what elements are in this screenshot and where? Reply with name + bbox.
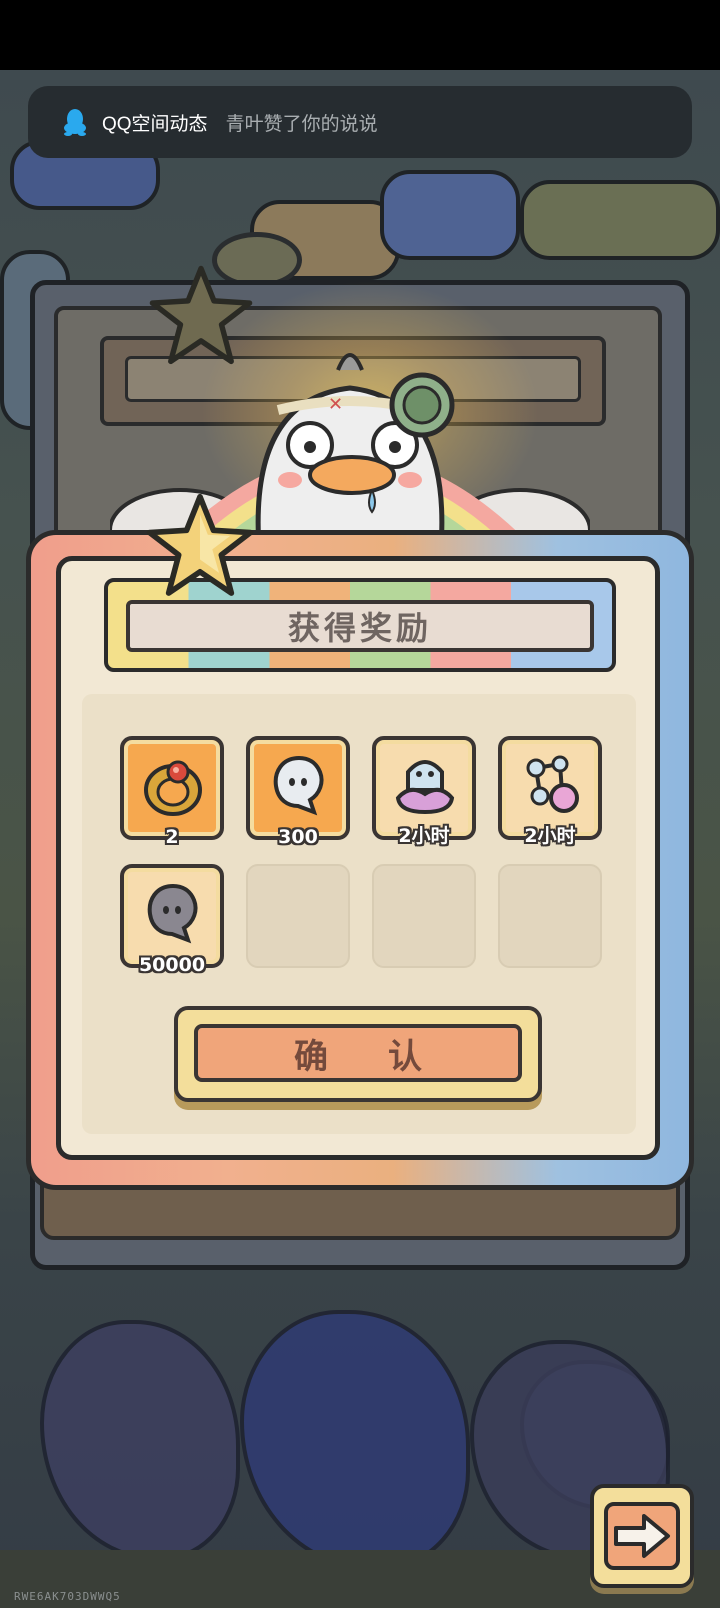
svg-text:✕: ✕	[328, 394, 343, 415]
molecule-potion-icon	[526, 755, 579, 813]
right-arrow-icon	[604, 1502, 680, 1570]
coral	[240, 1310, 470, 1570]
confirm-label: 确认	[294, 1036, 482, 1077]
reward-count: 2小时	[524, 825, 576, 847]
reward-slot[interactable]: 2	[120, 736, 224, 848]
reward-slot[interactable]: 300	[246, 736, 350, 848]
white-ghost-bubble-icon	[273, 755, 324, 816]
title-plate: 获得奖励	[126, 600, 594, 652]
gray-ghost-bubble-icon	[147, 883, 198, 944]
background-code: RWE6AK703DWWQ5	[14, 1590, 121, 1603]
notification-app-name: QQ空间动态	[102, 113, 208, 135]
reward-slot[interactable]: 50000	[120, 864, 224, 976]
gold-star-icon	[146, 493, 254, 596]
confirm-button-face: 确认	[194, 1024, 522, 1082]
empty-reward-slot	[498, 864, 602, 968]
pipe	[520, 180, 720, 260]
reward-count: 50000	[138, 954, 206, 976]
next-arrow-button[interactable]	[590, 1484, 694, 1588]
ring-icon	[144, 760, 202, 816]
qq-penguin-icon	[64, 109, 86, 136]
notification-banner[interactable]: QQ空间动态 青叶赞了你的说说	[28, 86, 692, 158]
notification-message: 青叶赞了你的说说	[225, 113, 378, 135]
empty-reward-slot	[246, 864, 350, 968]
confirm-button[interactable]: 确认	[174, 1006, 542, 1102]
reward-count: 300	[278, 826, 318, 848]
status-bar	[0, 0, 720, 70]
empty-reward-slot	[372, 864, 476, 968]
reward-slot[interactable]: 2小时	[498, 736, 602, 847]
reward-slot[interactable]: 2小时	[372, 736, 476, 847]
pipe	[380, 170, 520, 260]
ghost-potion-icon	[395, 760, 455, 815]
panel-title: 获得奖励	[287, 609, 432, 647]
coral	[40, 1320, 240, 1560]
reward-count: 2	[165, 826, 179, 848]
reward-count: 2小时	[398, 825, 450, 847]
